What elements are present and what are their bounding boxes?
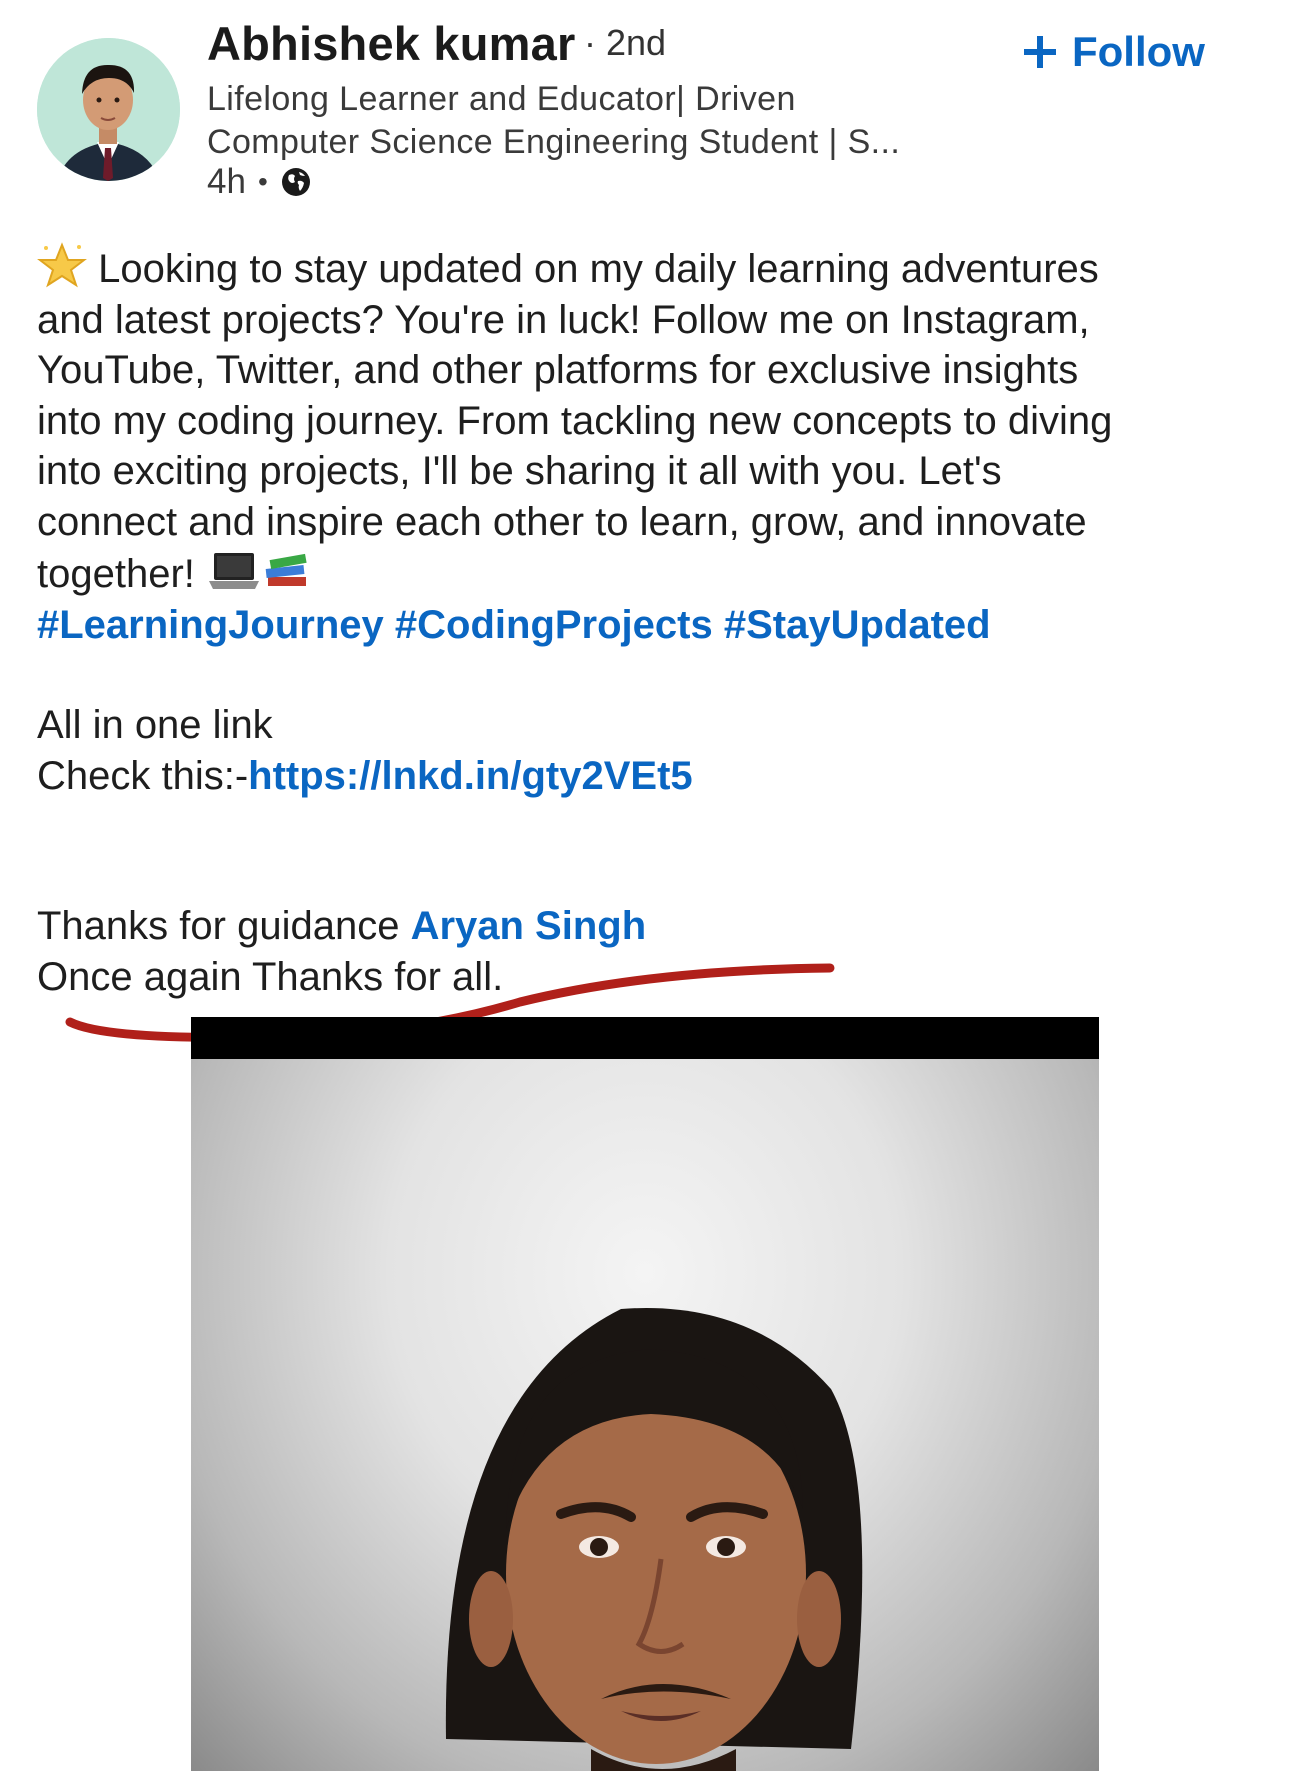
hashtag-link[interactable]: #StayUpdated: [724, 603, 991, 647]
follow-button-label: Follow: [1072, 28, 1205, 75]
headline-line: Computer Science Engineering Student | S…: [207, 123, 901, 161]
external-link[interactable]: https://lnkd.in/gty2VEt5: [248, 754, 692, 798]
hashtag-link[interactable]: #CodingProjects: [395, 603, 713, 647]
author-name[interactable]: Abhishek kumar: [207, 16, 575, 71]
mention-link[interactable]: Aryan Singh: [411, 904, 647, 948]
post-text-line-5: connect and inspire each other to learn,…: [37, 499, 1087, 544]
person-figure: [445, 1308, 863, 1771]
check-link-line: Check this:-https://lnkd.in/gty2VEt5: [37, 751, 1267, 802]
star-emoji-icon: [37, 242, 87, 288]
thanks-line: Thanks for guidance Aryan Singh: [37, 901, 1267, 952]
plus-icon: [1024, 36, 1056, 68]
post-time: 4h: [207, 162, 246, 201]
headline-line: Lifelong Learner and Educator| Driven: [207, 80, 796, 118]
meta-separator: •: [257, 166, 268, 197]
connection-degree-label: 2nd: [606, 22, 667, 63]
closing-line: Once again Thanks for all.: [37, 954, 504, 999]
follow-button[interactable]: Follow: [1020, 22, 1205, 82]
post-text-line-3: into my coding journey. From tackling ne…: [37, 398, 1113, 443]
post-text-line-1: and latest projects? You're in luck! Fol…: [37, 297, 1090, 342]
check-prefix: Check this:-: [37, 753, 249, 798]
post-text-line-6: together!: [37, 552, 195, 596]
hashtag-link[interactable]: #LearningJourney: [37, 603, 384, 647]
post-text-line: together!: [37, 547, 1267, 600]
post-body: Looking to stay updated on my daily lear…: [37, 242, 1267, 1002]
post-text-line-2: YouTube, Twitter, and other platforms fo…: [37, 348, 1079, 392]
laptop-emoji-icon: [209, 553, 260, 589]
post-text-line-4: into exciting projects, I'll be sharing …: [37, 449, 1002, 493]
connection-degree: · 2nd: [584, 22, 667, 63]
post-header: Abhishek kumar · 2nd Lifelong Learner and…: [0, 0, 1290, 215]
post-video[interactable]: [191, 1017, 1099, 1771]
books-emoji-icon: [265, 553, 307, 586]
video-thumbnail: [191, 1059, 1099, 1771]
globe-icon: [281, 168, 310, 196]
post-meta: 4h •: [207, 162, 312, 202]
thanks-prefix: Thanks for guidance: [37, 904, 411, 948]
author-avatar[interactable]: [37, 38, 180, 181]
post-text-line: Looking to stay updated on my daily lear…: [37, 242, 1267, 295]
post-text-line-0: Looking to stay updated on my daily lear…: [98, 247, 1099, 291]
hashtag-line: #LearningJourney #CodingProjects #StayUp…: [37, 600, 1267, 651]
all-in-one-text: All in one link: [37, 703, 273, 747]
author-headline: Lifelong Learner and Educator| Driven Co…: [207, 78, 997, 164]
